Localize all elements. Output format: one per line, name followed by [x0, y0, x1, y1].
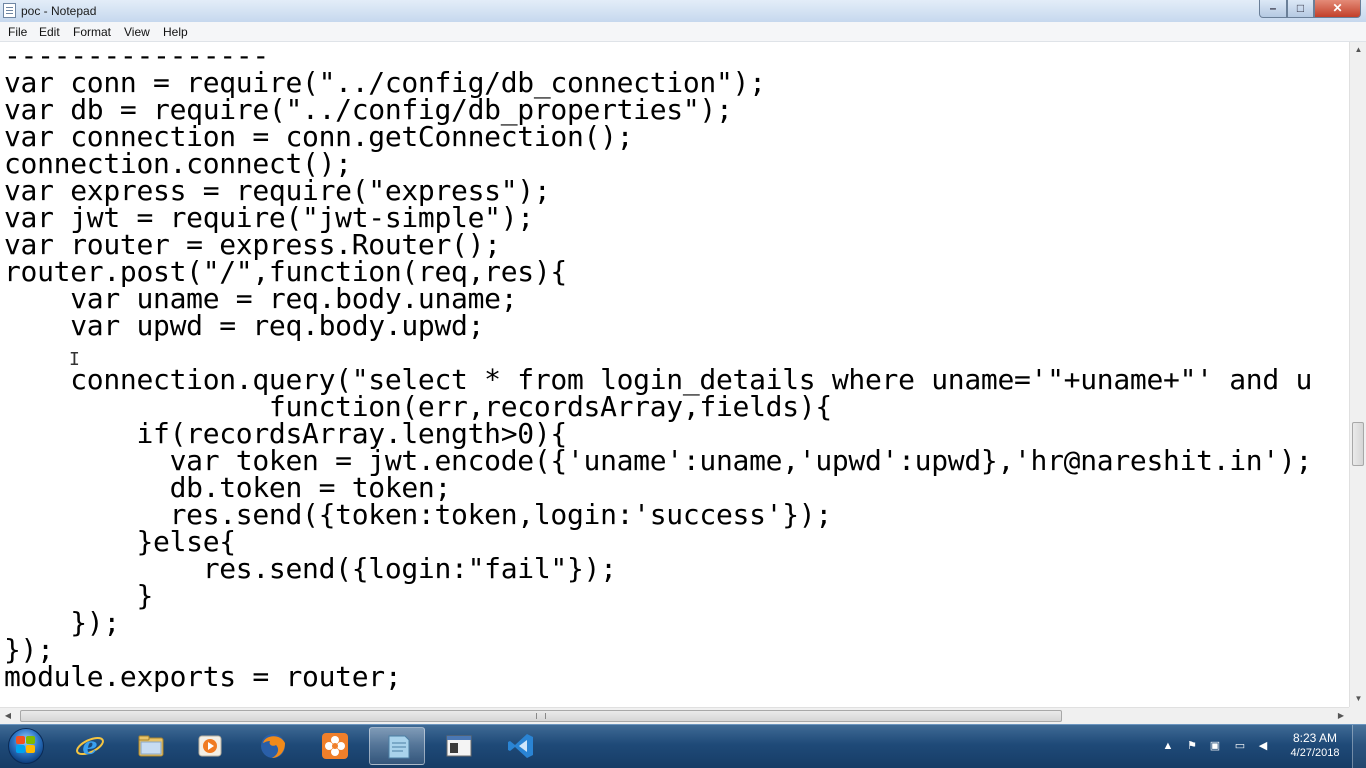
- visual-studio-code-icon: [508, 734, 533, 758]
- code-line: var express = require("express");: [4, 174, 551, 207]
- text-cursor-icon: I: [69, 349, 80, 370]
- scrollbar-corner: [1349, 707, 1366, 724]
- taskbar-flower-app[interactable]: [307, 727, 363, 765]
- title-bar[interactable]: poc - Notepad – □ ✕: [0, 0, 1366, 23]
- scroll-right-arrow-icon[interactable]: ▶: [1333, 708, 1349, 724]
- code-line: connection.connect();: [4, 147, 352, 180]
- code-line: var token = jwt.encode({'uname':uname,'u…: [4, 444, 1313, 477]
- minimize-button[interactable]: –: [1259, 0, 1287, 18]
- code-line: res.send({login:"fail"});: [4, 552, 617, 585]
- system-clock[interactable]: 8:23 AM 4/27/2018: [1284, 731, 1346, 761]
- code-line: db.token = token;: [4, 471, 452, 504]
- menu-edit[interactable]: Edit: [39, 25, 60, 39]
- code-line: res.send({token:token,login:'success'});: [4, 498, 833, 531]
- clock-time: 8:23 AM: [1292, 731, 1338, 745]
- taskbar-media-player[interactable]: [182, 727, 238, 765]
- show-desktop-button[interactable]: [1352, 725, 1366, 768]
- close-button[interactable]: ✕: [1314, 0, 1361, 18]
- code-line: var upwd = req.body.upwd;: [4, 309, 485, 342]
- taskbar-console-window[interactable]: [431, 727, 487, 765]
- code-line: var router = express.Router();: [4, 228, 501, 261]
- notepad-icon: [388, 735, 410, 759]
- taskbar-file-explorer[interactable]: [123, 727, 179, 765]
- scroll-grip-icon: [536, 713, 546, 719]
- vertical-scroll-thumb[interactable]: [1352, 422, 1364, 466]
- network-icon[interactable]: ▭: [1233, 740, 1247, 753]
- taskbar-firefox[interactable]: [245, 727, 301, 765]
- code-line: });: [4, 633, 54, 666]
- code-line: module.exports = router;: [4, 660, 402, 693]
- menu-help[interactable]: Help: [163, 25, 188, 39]
- start-button[interactable]: [4, 726, 48, 766]
- code-line: });: [4, 606, 120, 639]
- code-line: function(err,recordsArray,fields){: [4, 390, 832, 423]
- code-text: ---------------- var conn = require("../c…: [4, 42, 1313, 693]
- horizontal-scroll-thumb[interactable]: [20, 710, 1062, 722]
- taskbar-notepad[interactable]: [369, 727, 425, 765]
- scroll-up-arrow-icon[interactable]: ▲: [1350, 42, 1366, 58]
- taskbar: e ▲ ⚑ ▣ ▭ ◀ 8:23 AM 4/27/2018: [0, 724, 1366, 768]
- scroll-down-arrow-icon[interactable]: ▼: [1350, 691, 1366, 707]
- firefox-icon: [261, 734, 285, 758]
- flower-app-icon: [322, 733, 348, 759]
- clock-date: 4/27/2018: [1290, 747, 1340, 759]
- code-line: var jwt = require("jwt-simple");: [4, 201, 534, 234]
- code-line: var conn = require("../config/db_connect…: [4, 66, 766, 99]
- show-hidden-icons-arrow-icon[interactable]: ▲: [1161, 740, 1175, 753]
- code-line: var uname = req.body.uname;: [4, 282, 518, 315]
- maximize-button[interactable]: □: [1287, 0, 1314, 18]
- taskbar-visual-studio-code[interactable]: [493, 727, 549, 765]
- taskbar-internet-explorer[interactable]: e: [62, 727, 118, 765]
- media-player-icon: [198, 735, 222, 757]
- svg-text:e: e: [82, 731, 97, 760]
- code-line: }else{: [4, 525, 236, 558]
- internet-explorer-icon: e: [76, 731, 104, 760]
- code-line: var db = require("../config/db_propertie…: [4, 93, 733, 126]
- file-explorer-icon: [138, 735, 164, 757]
- device-icon[interactable]: ▣: [1208, 740, 1222, 753]
- code-line: }: [4, 579, 154, 612]
- code-line: if(recordsArray.length>0){: [4, 417, 567, 450]
- scroll-left-arrow-icon[interactable]: ◀: [0, 708, 16, 724]
- menu-format[interactable]: Format: [73, 25, 111, 39]
- menu-bar: File Edit Format View Help: [0, 22, 1366, 42]
- console-window-icon: [446, 735, 472, 757]
- code-line: ----------------: [4, 42, 269, 72]
- code-line: var connection = conn.getConnection();: [4, 120, 634, 153]
- vertical-scrollbar[interactable]: ▲ ▼: [1349, 42, 1366, 707]
- notepad-app-icon[interactable]: [3, 3, 16, 18]
- menu-file[interactable]: File: [8, 25, 27, 39]
- action-center-flag-icon[interactable]: ⚑: [1185, 740, 1199, 753]
- code-line: router.post("/",function(req,res){: [4, 255, 567, 288]
- text-editor-area[interactable]: ---------------- var conn = require("../c…: [0, 42, 1349, 707]
- volume-icon[interactable]: ◀: [1256, 740, 1270, 753]
- menu-view[interactable]: View: [124, 25, 150, 39]
- code-line: connection.query("select * from login_de…: [4, 363, 1313, 396]
- horizontal-scrollbar[interactable]: ◀ ▶: [0, 707, 1349, 724]
- window-title: poc - Notepad: [21, 4, 97, 18]
- windows-flag-icon: [16, 736, 36, 754]
